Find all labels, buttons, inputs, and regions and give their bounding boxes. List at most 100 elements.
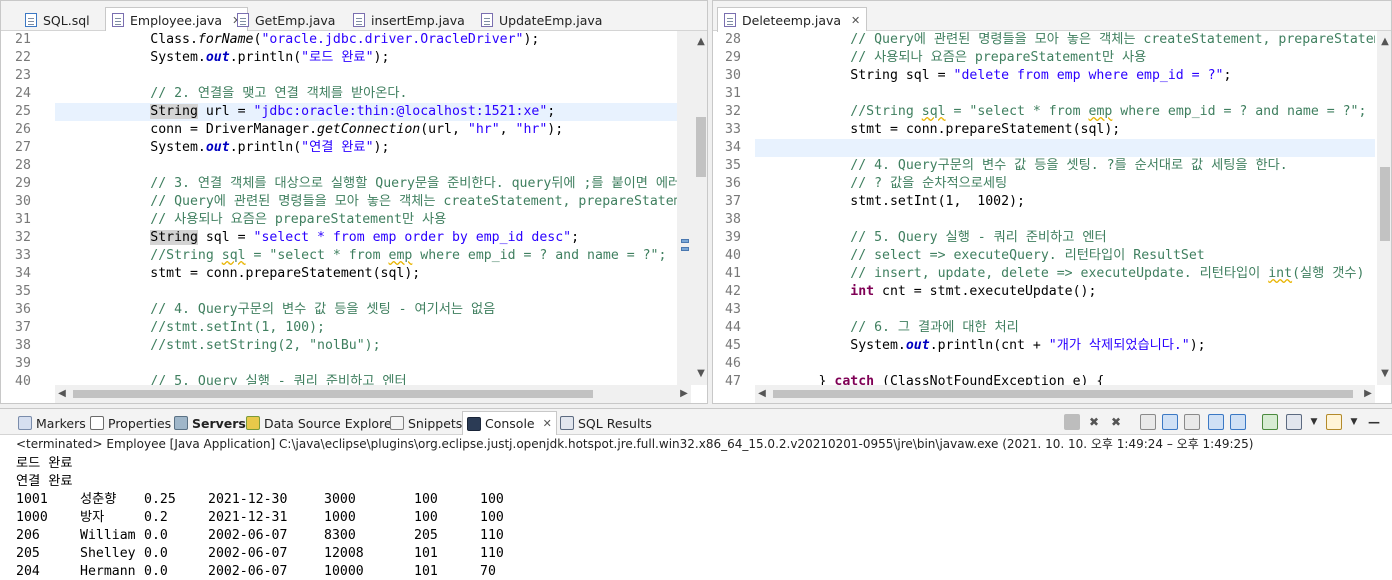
tab-snippets[interactable]: Snippets [390,413,462,433]
code-line[interactable]: // 2. 연결을 맺고 연결 객체를 받아온다. [55,85,677,103]
scroll-down-icon[interactable]: ▼ [1377,367,1391,381]
code-line[interactable]: // select => executeQuery. 리턴타입이 ResultS… [755,247,1375,265]
show-stdout-icon[interactable] [1208,414,1224,430]
tab-deleteemp-java[interactable]: Deleteemp.java ✕ [717,7,868,32]
code-line[interactable]: //String sql = "select * from emp where … [755,103,1375,121]
code-line[interactable]: // 5. Query 실행 - 쿼리 준비하고 엔터 [755,229,1375,247]
close-icon[interactable]: ✕ [851,14,860,27]
line-number: 39 [725,230,741,245]
tab-sql-results[interactable]: SQL Results [560,413,652,433]
right-horizontal-scrollbar[interactable]: ◀ ▶ [755,385,1375,403]
code-line[interactable]: // 4. Query구문의 변수 값 등을 셋팅. ?를 순서대로 값 세팅을… [755,157,1375,175]
code-line[interactable]: // Query에 관련된 명령들을 모아 놓은 객체는 createState… [55,193,677,211]
left-vertical-scrollbar[interactable]: ▲ ▼ [693,31,707,385]
code-line[interactable]: // 6. 그 결과에 대한 처리 [755,319,1375,337]
tab-getemp-java[interactable]: GetEmp.java [231,9,341,31]
code-line[interactable]: conn = DriverManager.getConnection(url, … [55,121,677,139]
code-line[interactable] [755,139,1375,157]
left-overview-ruler[interactable] [677,31,693,385]
code-line[interactable]: // 5. Query 실행 - 쿼리 준비하고 엔터 [55,373,677,385]
occurrence-marker[interactable] [681,247,689,251]
scroll-left-icon[interactable]: ◀ [755,387,769,401]
code-line[interactable]: //stmt.setString(2, "nolBu"); [55,337,677,355]
tab-properties[interactable]: Properties [90,413,171,433]
tab-console[interactable]: Console ✕ [462,411,557,435]
code-line[interactable]: // Query에 관련된 명령들을 모아 놓은 객체는 createState… [755,31,1375,49]
code-line[interactable]: // 4. Query구문의 변수 값 등을 셋팅 - 여기서는 없음 [55,301,677,319]
display-console-icon[interactable] [1286,414,1302,430]
scroll-up-icon[interactable]: ▲ [693,35,707,49]
right-vertical-scrollbar[interactable]: ▲ ▼ [1377,31,1391,385]
word-wrap-icon[interactable] [1184,414,1200,430]
code-line[interactable]: } catch (ClassNotFoundException e) { [755,373,1375,385]
code-line[interactable]: System.out.println("로드 완료"); [55,49,677,67]
code-line[interactable]: System.out.println(cnt + "개가 삭제되었습니다."); [755,337,1375,355]
tab-servers[interactable]: Servers [174,413,246,433]
line-number: 28 [15,158,31,173]
chevron-down-icon[interactable]: ▼ [1346,414,1362,430]
tab-markers[interactable]: Markers [18,413,86,433]
code-line[interactable]: stmt.setInt(1, 1002); [755,193,1375,211]
console-output[interactable]: 로드 완료 연결 완료 1001 성춘향 0.25 2021-12-30 3000 100 10… [16,455,1392,580]
scroll-thumb[interactable] [696,117,706,177]
code-line[interactable] [55,157,677,175]
scroll-left-icon[interactable]: ◀ [55,387,69,401]
left-code-area[interactable]: Class.forName("oracle.jdbc.driver.Oracle… [55,31,677,385]
code-line[interactable] [55,355,677,373]
code-line[interactable]: //stmt.setInt(1, 100); [55,319,677,337]
code-line[interactable]: // insert, update, delete => executeUpda… [755,265,1375,283]
right-code-area[interactable]: // Query에 관련된 명령들을 모아 놓은 객체는 createState… [755,31,1375,385]
pin-console-icon[interactable] [1262,414,1278,430]
code-line[interactable]: // 사용되나 요즘은 prepareStatement만 사용 [755,49,1375,67]
scroll-thumb[interactable] [1380,167,1390,241]
scroll-thumb[interactable] [73,390,593,398]
code-token: "hr" [467,122,500,137]
scroll-right-icon[interactable]: ▶ [1361,387,1375,401]
code-line[interactable] [755,355,1375,373]
tab-insertemp-java[interactable]: insertEmp.java [347,9,471,31]
code-line[interactable]: stmt = conn.prepareStatement(sql); [755,121,1375,139]
scroll-lock-icon[interactable] [1162,414,1178,430]
code-token: System. [55,50,206,65]
tab-employee-java[interactable]: Employee.java ✕ [105,7,249,32]
data-source-icon [246,416,260,430]
code-line[interactable] [755,85,1375,103]
occurrence-marker[interactable] [681,239,689,243]
code-line[interactable]: String sql = "delete from emp where emp_… [755,67,1375,85]
tab-updateemp-java[interactable]: UpdateEmp.java [475,9,608,31]
code-line[interactable] [755,211,1375,229]
terminate-icon[interactable] [1064,414,1080,430]
code-line[interactable]: stmt = conn.prepareStatement(sql); [55,265,677,283]
code-line[interactable] [755,301,1375,319]
remove-launch-icon[interactable]: ✖ [1086,414,1102,430]
scroll-right-icon[interactable]: ▶ [677,387,691,401]
right-editor-pane: Deleteemp.java ✕ 28 29 30 31 32 33 34 35 36 37 38 3… [712,0,1392,404]
code-line[interactable]: String sql = "select * from emp order by… [55,229,677,247]
close-icon[interactable]: ✕ [543,417,552,430]
scroll-up-icon[interactable]: ▲ [1377,35,1391,49]
left-horizontal-scrollbar[interactable]: ◀ ▶ [55,385,691,403]
open-console-icon[interactable] [1326,414,1342,430]
minimize-icon[interactable]: — [1366,414,1382,430]
remove-all-terminated-icon[interactable]: ✖ [1108,414,1124,430]
code-line[interactable] [55,67,677,85]
code-line[interactable]: int cnt = stmt.executeUpdate(); [755,283,1375,301]
code-line[interactable]: System.out.println("연결 완료"); [55,139,677,157]
code-line[interactable]: Class.forName("oracle.jdbc.driver.Oracle… [55,31,677,49]
clear-console-icon[interactable] [1140,414,1156,430]
code-line[interactable]: String url = "jdbc:oracle:thin:@localhos… [55,103,677,121]
code-line[interactable]: // 사용되나 요즘은 prepareStatement만 사용 [55,211,677,229]
code-line[interactable]: // 3. 연결 객체를 대상으로 실행할 Query문을 준비한다. quer… [55,175,677,193]
scroll-thumb[interactable] [773,390,1353,398]
code-token: = "select * from [945,104,1089,119]
show-stderr-icon[interactable] [1230,414,1246,430]
tab-data-source-explorer[interactable]: Data Source Explorer [246,413,397,433]
code-line[interactable]: // ? 값을 순차적으로세팅 [755,175,1375,193]
scroll-down-icon[interactable]: ▼ [693,367,707,381]
code-line[interactable]: //String sql = "select * from emp where … [55,247,677,265]
chevron-down-icon[interactable]: ▼ [1306,414,1322,430]
code-line[interactable] [55,283,677,301]
tab-sql-sql[interactable]: SQL.sql [19,9,96,31]
code-token: // select => executeQuery. 리턴타입이 ResultS… [850,248,1205,263]
